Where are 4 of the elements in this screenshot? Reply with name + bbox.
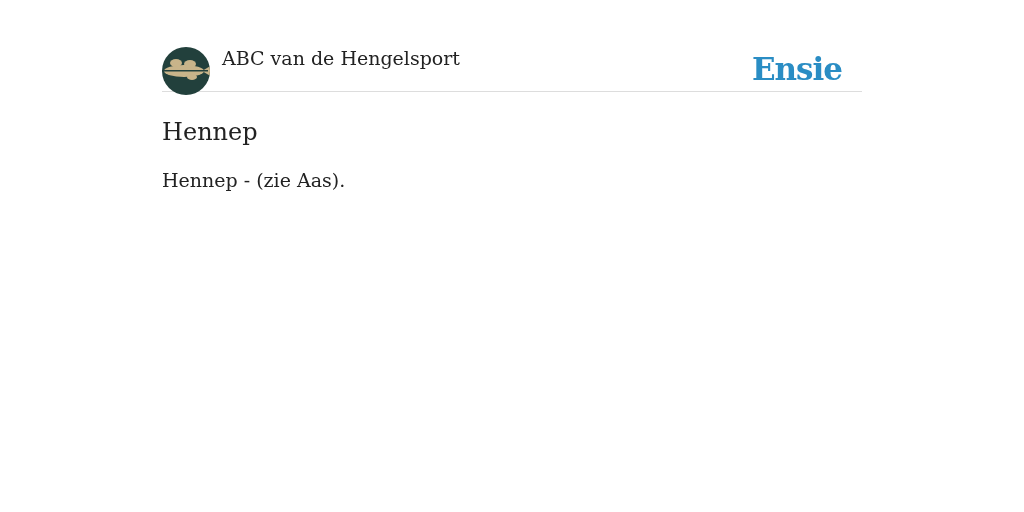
article-text: Hennep - (zie Aas). xyxy=(162,168,347,192)
book-title[interactable]: ABC van de Hengelsport xyxy=(222,47,752,69)
article-title: Hennep xyxy=(162,118,259,146)
site-logo[interactable]: Ensie xyxy=(751,52,842,86)
